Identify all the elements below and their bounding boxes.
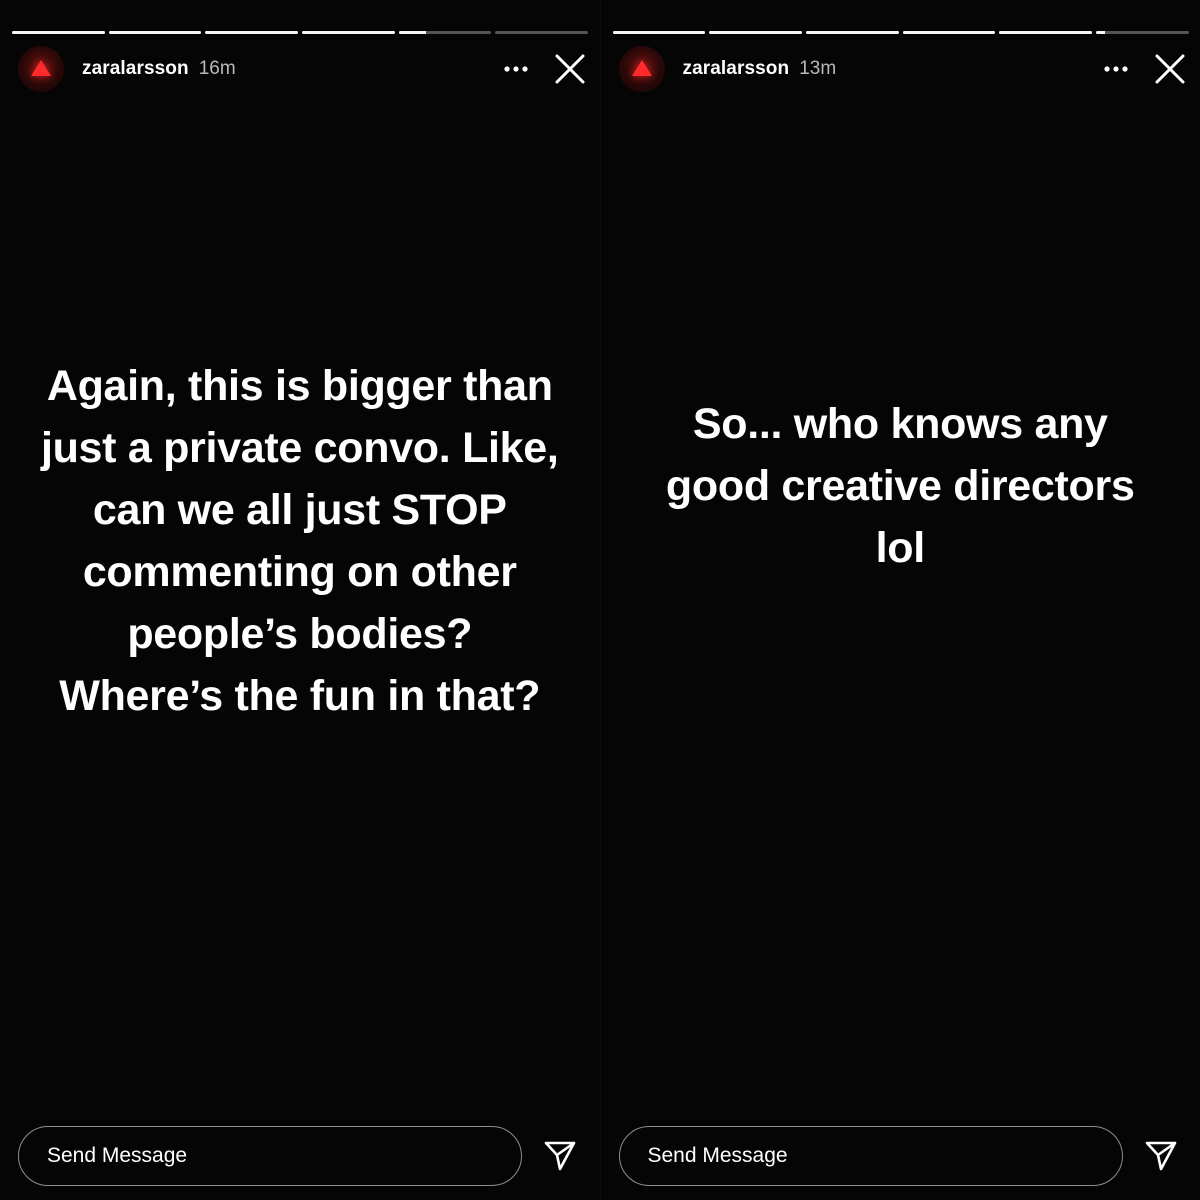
progress-segment [12,31,105,34]
story-progress-bar [612,31,1189,34]
progress-segment-fill [612,31,706,34]
story-panel-right[interactable]: zaralarsson 13m So... who knows any good… [599,0,1200,1200]
progress-segment [205,31,299,34]
story-text: Again, this is bigger than just a privat… [40,362,559,720]
progress-segment [108,31,202,34]
progress-segment-fill [902,31,996,34]
progress-segment-fill [108,31,202,34]
progress-segment [999,31,1092,34]
story-progress-bar [12,31,589,34]
close-icon[interactable] [1152,51,1188,87]
progress-segment [612,31,706,34]
avatar[interactable] [18,46,64,92]
progress-segment-fill [805,31,899,34]
close-icon[interactable] [552,51,588,87]
more-icon[interactable] [1098,51,1134,87]
timestamp: 13m [799,58,837,79]
username[interactable]: zaralarsson [683,58,790,80]
story-header: zaralarsson 16m [18,46,588,92]
progress-segment [495,31,589,34]
progress-segment-fill [302,31,395,34]
timestamp: 16m [198,58,236,79]
story-footer [618,1124,1183,1188]
story-panel-left[interactable]: zaralarsson 16m Again, this is bigger th… [0,0,600,1200]
progress-segment [398,31,492,34]
more-icon[interactable] [498,51,534,87]
progress-segment [805,31,899,34]
progress-segment-fill [398,31,427,34]
progress-segment-fill [12,31,105,34]
progress-segment-fill [205,31,299,34]
send-icon[interactable] [540,1136,580,1176]
send-message-input[interactable] [18,1126,522,1186]
send-icon[interactable] [1141,1136,1181,1176]
progress-segment-fill [999,31,1092,34]
progress-segment [1095,31,1189,34]
story-viewer-pair: zaralarsson 16m Again, this is bigger th… [0,0,1200,1200]
send-message-input[interactable] [618,1126,1123,1186]
progress-segment-fill [1095,31,1106,34]
progress-segment-fill [709,31,802,34]
progress-segment [709,31,802,34]
story-header: zaralarsson 13m [618,46,1189,92]
progress-segment [902,31,996,34]
avatar[interactable] [618,46,665,92]
progress-segment [302,31,395,34]
story-text: So... who knows any good creative direct… [665,400,1135,572]
username[interactable]: zaralarsson [82,58,189,80]
story-footer [18,1124,582,1188]
